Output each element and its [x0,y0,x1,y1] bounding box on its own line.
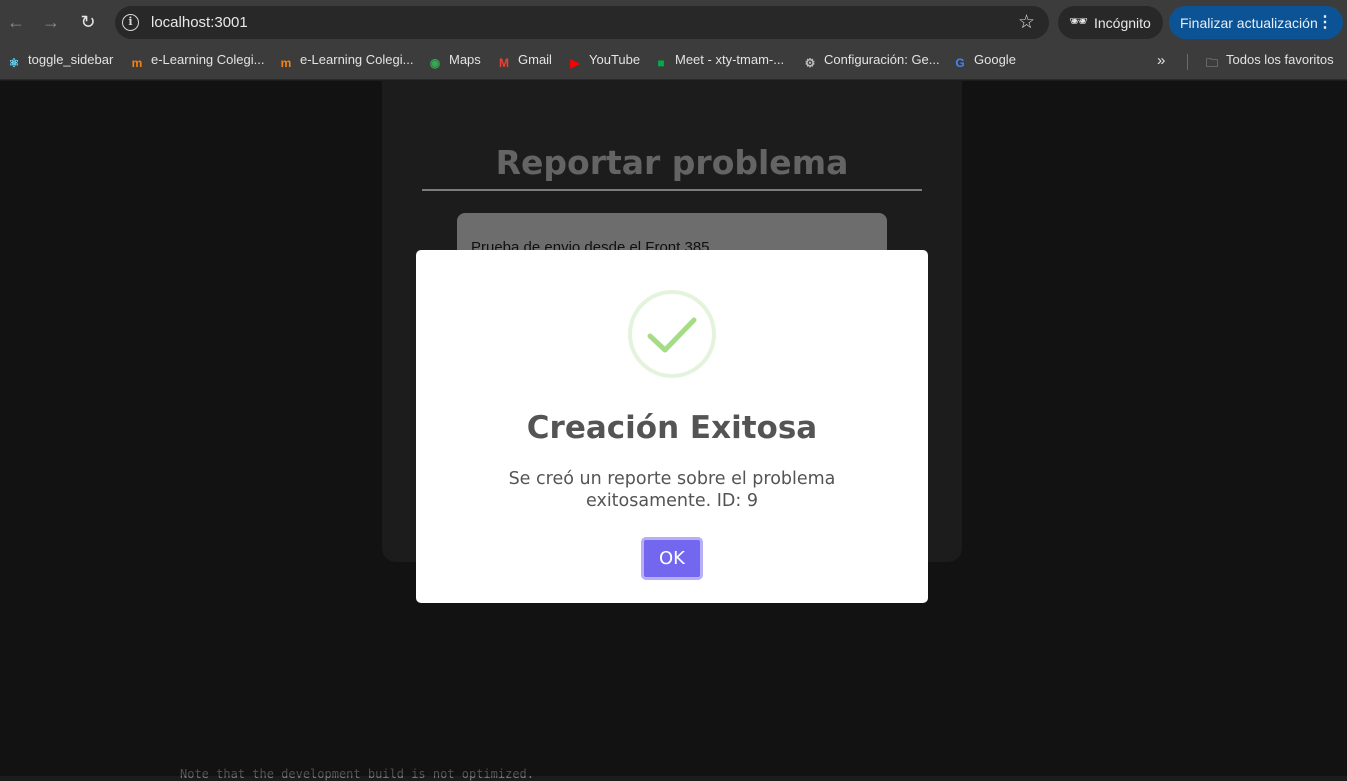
moodle-icon: m [280,56,292,70]
dialog-title: Creación Exitosa [526,410,818,446]
react-icon: ⚛ [8,56,20,70]
gmail-icon: M [499,56,509,70]
reload-icon[interactable]: ↻ [75,9,101,35]
bookmark-label: Configuración: Ge... [824,52,940,67]
update-button[interactable]: Finalizar actualización ⋮ [1169,6,1343,39]
bookmark-item[interactable]: ■ Meet - xty-tmam-... [653,52,784,72]
incognito-icon: 🕶 [1069,13,1089,30]
bookmark-label: Maps [449,52,481,67]
menu-dots-icon[interactable]: ⋮ [1317,12,1333,32]
success-dialog: Creación Exitosa Se creó un reporte sobr… [416,250,928,603]
forward-arrow-icon[interactable]: → [38,9,64,35]
moodle-icon: m [131,56,143,70]
site-info-icon[interactable]: i [122,14,139,31]
incognito-badge[interactable]: 🕶 Incógnito [1058,6,1163,39]
google-icon: G [955,56,965,70]
update-label: Finalizar actualización [1180,15,1318,31]
bookmark-item[interactable]: m e-Learning Colegi... [278,52,414,72]
bookmark-item[interactable]: ◉ Maps [427,52,481,72]
ok-button[interactable]: OK [641,537,703,580]
all-bookmarks-label: Todos los favoritos [1226,52,1334,67]
more-bookmarks-icon[interactable]: » [1157,52,1165,72]
folder-icon: 🗀 [1205,56,1218,70]
dialog-message: Se creó un reporte sobre el problema exi… [508,469,836,511]
youtube-icon: ▶ [570,56,580,70]
bookmark-item[interactable]: ▶ YouTube [567,52,640,72]
bookmark-label: Google [974,52,1016,67]
bookmark-label: e-Learning Colegi... [300,52,414,67]
bookmarks-divider [1187,54,1188,70]
bookmark-item[interactable]: M Gmail [496,52,552,72]
gear-icon: ⚙ [804,56,816,70]
bookmark-item[interactable]: m e-Learning Colegi... [129,52,265,72]
bookmarks-bar: ⚛ toggle_sidebar m e-Learning Colegi... me… [0,44,1347,80]
bookmark-item[interactable]: ⚙ Configuración: Ge... [802,52,940,72]
url-text[interactable]: localhost:3001 [151,14,248,31]
bookmark-item[interactable]: ⚛ toggle_sidebar [6,52,114,72]
meet-icon: ■ [657,56,665,70]
browser-toolbar: ← → ↻ i localhost:3001 ☆ 🕶 Incógnito Fin… [0,0,1347,44]
bookmark-item[interactable]: G Google [952,52,1016,72]
bookmark-star-icon[interactable]: ☆ [1018,11,1035,34]
back-arrow-icon[interactable]: ← [3,9,29,35]
bookmark-label: Meet - xty-tmam-... [675,52,785,67]
bookmark-label: toggle_sidebar [28,52,114,67]
address-bar[interactable]: i localhost:3001 ☆ [115,6,1049,39]
bookmark-label: e-Learning Colegi... [151,52,265,67]
maps-icon: ◉ [429,56,441,70]
bookmark-label: YouTube [589,52,641,67]
incognito-label: Incógnito [1094,15,1151,31]
all-bookmarks-button[interactable]: 🗀 Todos los favoritos [1204,52,1334,72]
success-check-icon [628,290,716,378]
bookmark-label: Gmail [518,52,552,67]
